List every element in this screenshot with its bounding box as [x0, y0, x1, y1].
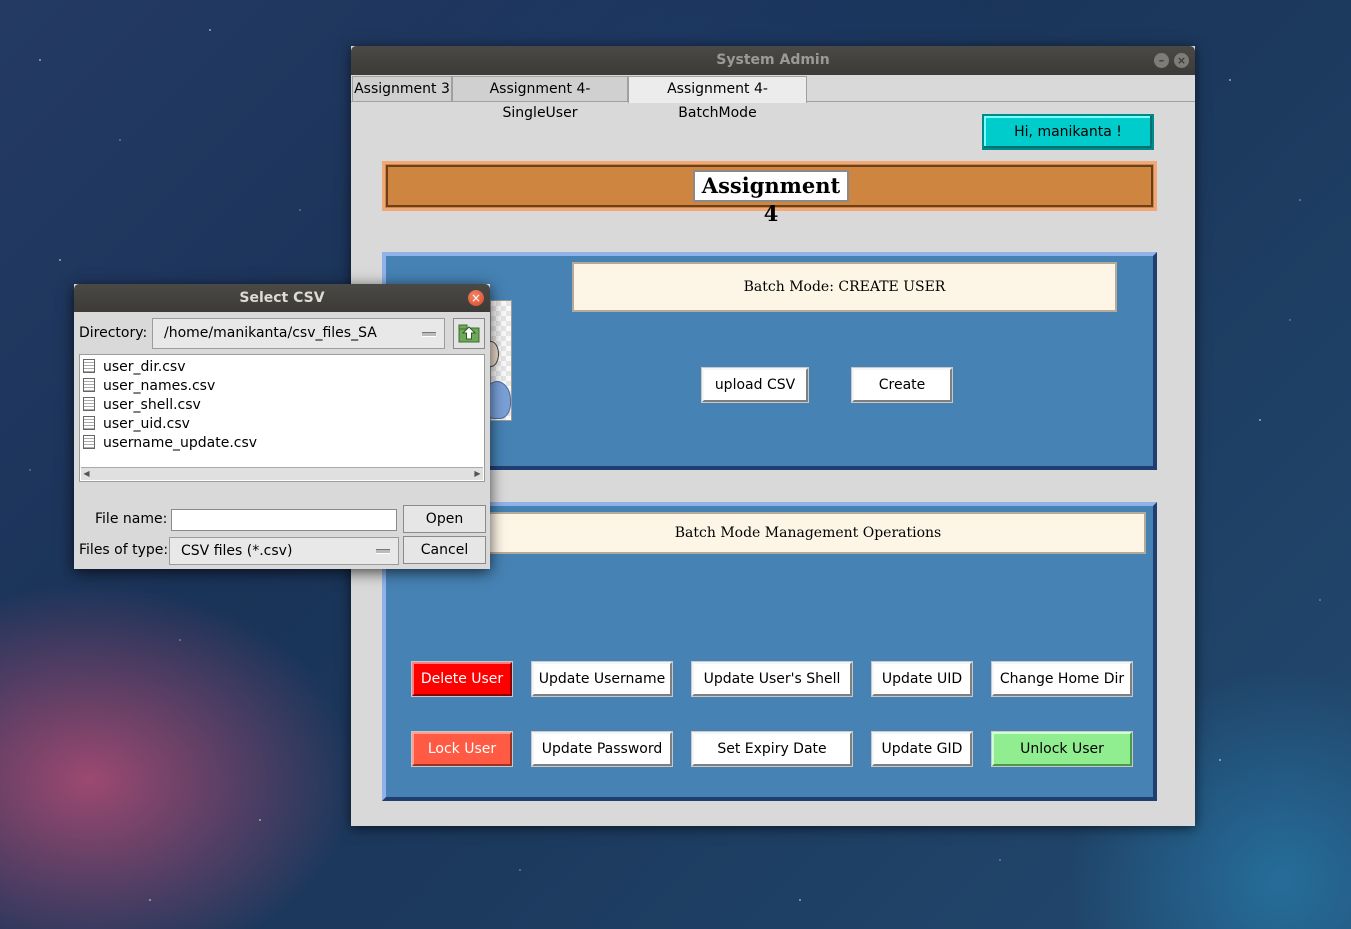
folder-up-icon	[458, 324, 480, 343]
set-expiry-date-button[interactable]: Set Expiry Date	[691, 731, 853, 767]
files-of-type-value: CSV files (*.csv)	[181, 543, 293, 559]
directory-value: /home/manikanta/csv_files_SA	[164, 325, 377, 341]
cancel-button[interactable]: Cancel	[403, 536, 486, 564]
file-item[interactable]: username_update.csv	[83, 434, 257, 453]
delete-user-button[interactable]: Delete User	[411, 661, 513, 697]
unlock-user-button[interactable]: Unlock User	[991, 731, 1133, 767]
open-button[interactable]: Open	[403, 505, 486, 533]
file-name-label: File name:	[95, 511, 168, 527]
file-item[interactable]: user_uid.csv	[83, 415, 190, 434]
file-icon	[83, 378, 95, 392]
user-avatar-image	[483, 300, 512, 421]
tab-assignment-3[interactable]: Assignment 3	[352, 76, 452, 101]
update-password-button[interactable]: Update Password	[531, 731, 673, 767]
update-uid-button[interactable]: Update UID	[871, 661, 973, 697]
scroll-left-icon[interactable]: ◀	[82, 469, 91, 478]
file-icon	[83, 359, 95, 373]
dropdown-icon	[376, 549, 390, 554]
file-list[interactable]: user_dir.csv user_names.csv user_shell.c…	[79, 354, 485, 482]
banner-title: Assignment 4	[693, 170, 849, 226]
upload-csv-button[interactable]: upload CSV	[701, 367, 809, 403]
dialog-titlebar[interactable]: Select CSV ×	[74, 284, 490, 312]
file-item[interactable]: user_names.csv	[83, 377, 215, 396]
files-of-type-label: Files of type:	[79, 542, 169, 558]
update-username-button[interactable]: Update Username	[531, 661, 673, 697]
file-item[interactable]: user_shell.csv	[83, 396, 201, 415]
file-name-input[interactable]	[171, 509, 397, 531]
file-icon	[83, 416, 95, 430]
update-gid-button[interactable]: Update GID	[871, 731, 973, 767]
close-icon[interactable]: ×	[1174, 53, 1189, 68]
tab-assignment-4-singleuser[interactable]: Assignment 4-SingleUser	[452, 76, 628, 121]
tab-assignment-4-batchmode[interactable]: Assignment 4-BatchMode	[628, 76, 807, 121]
file-name: user_uid.csv	[103, 416, 190, 432]
file-name: user_names.csv	[103, 378, 216, 394]
window-titlebar[interactable]: System Admin – ×	[351, 46, 1195, 75]
file-name: user_shell.csv	[103, 397, 201, 413]
directory-label: Directory:	[79, 325, 148, 341]
scroll-right-icon[interactable]: ▶	[473, 469, 482, 478]
management-panel: Batch Mode Management Operations Delete …	[382, 502, 1157, 801]
file-item[interactable]: user_dir.csv	[83, 358, 186, 377]
minimize-icon[interactable]: –	[1154, 53, 1169, 68]
up-directory-button[interactable]	[453, 318, 485, 349]
lock-user-button[interactable]: Lock User	[411, 731, 513, 767]
file-icon	[83, 435, 95, 449]
file-icon	[83, 397, 95, 411]
close-icon[interactable]: ×	[468, 290, 484, 306]
management-header: Batch Mode Management Operations	[470, 512, 1146, 554]
file-name: user_dir.csv	[103, 359, 186, 375]
create-user-header: Batch Mode: CREATE USER	[572, 262, 1117, 312]
window-title: System Admin	[716, 52, 830, 68]
horizontal-scrollbar[interactable]: ◀ ▶	[81, 467, 483, 480]
dialog-title: Select CSV	[239, 290, 325, 306]
create-button[interactable]: Create	[851, 367, 953, 403]
directory-combobox[interactable]: /home/manikanta/csv_files_SA	[152, 318, 445, 349]
assignment-banner: Assignment 4	[382, 161, 1157, 226]
tab-bar: Assignment 3 Assignment 4-SingleUser Ass…	[351, 75, 1195, 121]
select-csv-dialog: Select CSV × Directory: /home/manikanta/…	[74, 284, 490, 569]
change-home-dir-button[interactable]: Change Home Dir	[991, 661, 1133, 697]
update-shell-button[interactable]: Update User's Shell	[691, 661, 853, 697]
dropdown-icon	[422, 332, 436, 337]
greeting-button[interactable]: Hi, manikanta !	[982, 114, 1154, 150]
file-name: username_update.csv	[103, 435, 258, 451]
files-of-type-combobox[interactable]: CSV files (*.csv)	[169, 537, 399, 565]
